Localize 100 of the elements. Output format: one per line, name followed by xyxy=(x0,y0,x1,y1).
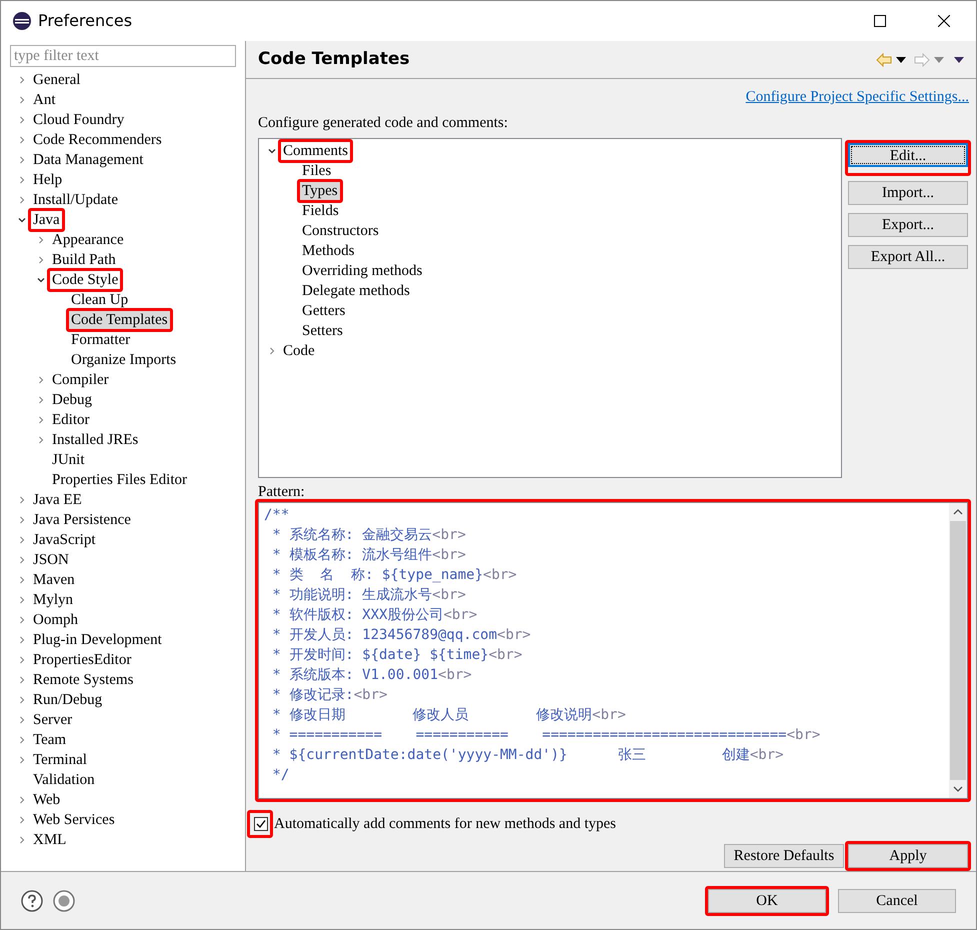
forward-arrow-icon[interactable] xyxy=(914,52,930,66)
chevron-right-icon[interactable] xyxy=(17,735,27,745)
dialog-button[interactable]: OK xyxy=(708,888,826,912)
chevron-right-icon[interactable] xyxy=(17,695,27,705)
chevron-right-icon[interactable] xyxy=(17,755,27,765)
chevron-right-icon[interactable] xyxy=(17,535,27,545)
tree-item[interactable]: Fields xyxy=(300,202,341,220)
chevron-right-icon[interactable] xyxy=(17,635,27,645)
dialog-button[interactable]: Cancel xyxy=(838,888,956,912)
tree-item[interactable]: Java EE xyxy=(31,491,84,509)
tree-item[interactable]: Setters xyxy=(300,322,345,340)
tree-item[interactable]: Compiler xyxy=(50,371,111,389)
tree-item[interactable]: Build Path xyxy=(50,251,118,269)
chevron-right-icon[interactable] xyxy=(36,235,46,245)
chevron-right-icon[interactable] xyxy=(17,195,27,205)
dialog-button[interactable]: Restore Defaults xyxy=(724,844,844,868)
chevron-right-icon[interactable] xyxy=(17,115,27,125)
dialog-button[interactable]: Import... xyxy=(848,181,968,205)
tree-item[interactable]: Delegate methods xyxy=(300,282,412,300)
chevron-right-icon[interactable] xyxy=(17,495,27,505)
tree-item[interactable]: Terminal xyxy=(31,751,89,769)
tree-item[interactable]: Code xyxy=(281,342,317,360)
tree-item[interactable]: Types xyxy=(300,182,340,200)
tree-item[interactable]: Remote Systems xyxy=(31,671,136,689)
filter-field[interactable]: type filter text xyxy=(10,45,236,67)
tree-item[interactable]: JUnit xyxy=(50,451,87,469)
tree-item[interactable]: Organize Imports xyxy=(69,351,178,369)
checkbox[interactable] xyxy=(254,817,268,832)
tree-item[interactable]: Constructors xyxy=(300,222,381,240)
chevron-right-icon[interactable] xyxy=(17,575,27,585)
chevron-down-icon[interactable] xyxy=(17,215,27,225)
menu-icon[interactable] xyxy=(954,56,964,62)
tree-item[interactable]: XML xyxy=(31,831,68,849)
tree-item[interactable]: JavaScript xyxy=(31,531,98,549)
tree-item[interactable]: Code Templates xyxy=(69,311,170,329)
chevron-right-icon[interactable] xyxy=(17,175,27,185)
tree-item[interactable]: Appearance xyxy=(50,231,126,249)
chevron-right-icon[interactable] xyxy=(36,395,46,405)
chevron-right-icon[interactable] xyxy=(17,715,27,725)
chevron-right-icon[interactable] xyxy=(267,346,277,356)
tree-item[interactable]: PropertiesEditor xyxy=(31,651,134,669)
record-icon[interactable] xyxy=(53,890,75,912)
chevron-down-icon[interactable] xyxy=(36,275,46,285)
tree-item[interactable]: Code Style xyxy=(50,271,120,289)
dialog-button[interactable]: Export All... xyxy=(848,245,968,269)
tree-item[interactable]: Web xyxy=(31,791,62,809)
tree-item[interactable]: Help xyxy=(31,171,64,189)
tree-item[interactable]: Ant xyxy=(31,91,58,109)
close-icon[interactable] xyxy=(938,15,950,27)
chevron-right-icon[interactable] xyxy=(17,615,27,625)
tree-item[interactable]: Clean Up xyxy=(69,291,130,309)
chevron-right-icon[interactable] xyxy=(17,675,27,685)
chevron-right-icon[interactable] xyxy=(17,835,27,845)
tree-item[interactable]: Run/Debug xyxy=(31,691,104,709)
chevron-right-icon[interactable] xyxy=(17,555,27,565)
scrollbar[interactable] xyxy=(949,503,967,798)
chevron-right-icon[interactable] xyxy=(36,435,46,445)
chevron-right-icon[interactable] xyxy=(17,75,27,85)
tree-item[interactable]: Debug xyxy=(50,391,94,409)
chevron-right-icon[interactable] xyxy=(17,95,27,105)
chevron-right-icon[interactable] xyxy=(17,795,27,805)
help-icon[interactable] xyxy=(21,890,43,912)
tree-item[interactable]: JSON xyxy=(31,551,71,569)
chevron-right-icon[interactable] xyxy=(36,415,46,425)
tree-item[interactable]: Install/Update xyxy=(31,191,120,209)
maximize-icon[interactable] xyxy=(874,15,886,27)
tree-item[interactable]: Code Recommenders xyxy=(31,131,164,149)
tree-item[interactable]: Cloud Foundry xyxy=(31,111,126,129)
tree-item[interactable]: Plug-in Development xyxy=(31,631,164,649)
tree-item[interactable]: Data Management xyxy=(31,151,146,169)
chevron-right-icon[interactable] xyxy=(36,375,46,385)
tree-item[interactable]: Getters xyxy=(300,302,348,320)
dialog-button[interactable]: Export... xyxy=(848,213,968,237)
tree-item[interactable]: Properties Files Editor xyxy=(50,471,189,489)
tree-item[interactable]: Formatter xyxy=(69,331,132,349)
tree-item[interactable]: Server xyxy=(31,711,74,729)
tree-item[interactable]: Overriding methods xyxy=(300,262,424,280)
tree-item[interactable]: Comments xyxy=(281,142,350,160)
tree-item[interactable]: Methods xyxy=(300,242,356,260)
chevron-right-icon[interactable] xyxy=(36,255,46,265)
dialog-button[interactable]: Edit... xyxy=(848,143,968,167)
tree-item[interactable]: Team xyxy=(31,731,68,749)
dropdown-icon[interactable] xyxy=(896,56,906,62)
chevron-right-icon[interactable] xyxy=(17,135,27,145)
chevron-right-icon[interactable] xyxy=(17,815,27,825)
tree-item[interactable]: Maven xyxy=(31,571,77,589)
tree-item[interactable]: Installed JREs xyxy=(50,431,140,449)
chevron-right-icon[interactable] xyxy=(17,655,27,665)
tree-item[interactable]: Editor xyxy=(50,411,92,429)
chevron-right-icon[interactable] xyxy=(17,595,27,605)
tree-item[interactable]: Web Services xyxy=(31,811,117,829)
chevron-down-icon[interactable] xyxy=(267,146,277,156)
project-settings-link[interactable]: Configure Project Specific Settings... xyxy=(746,86,969,108)
checkbox-label[interactable]: Automatically add comments for new methods and types xyxy=(274,813,616,836)
tree-item[interactable]: Validation xyxy=(31,771,97,789)
tree-item[interactable]: Mylyn xyxy=(31,591,76,609)
tree-item[interactable]: Files xyxy=(300,162,334,180)
dialog-button[interactable]: Apply xyxy=(848,844,968,868)
tree-item[interactable]: General xyxy=(31,71,82,89)
tree-item[interactable]: Java Persistence xyxy=(31,511,133,529)
